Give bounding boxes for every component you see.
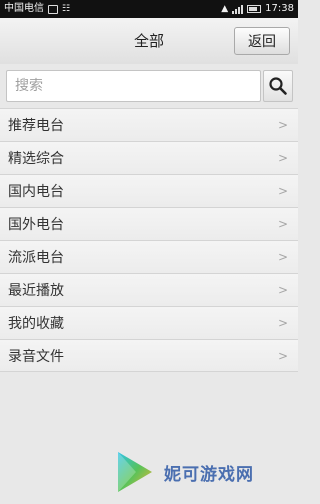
list-item-label: 录音文件 bbox=[8, 348, 64, 365]
list-item-my-favorites[interactable]: 我的收藏 > bbox=[0, 306, 298, 339]
play-triangle-logo-icon bbox=[118, 452, 152, 492]
battery-icon bbox=[247, 5, 262, 13]
image-notification-icon bbox=[48, 4, 58, 14]
clock: 17:38 bbox=[265, 3, 294, 14]
chevron-right-icon: > bbox=[277, 316, 288, 330]
search-field-container bbox=[6, 70, 263, 102]
signal-icon bbox=[232, 4, 244, 14]
chevron-right-icon: > bbox=[277, 217, 288, 231]
status-bar-right: ▲ 17:38 bbox=[221, 0, 294, 18]
back-button[interactable]: 返回 bbox=[234, 27, 290, 55]
search-input[interactable] bbox=[7, 71, 263, 101]
chevron-right-icon: > bbox=[277, 250, 288, 264]
list-item-label: 我的收藏 bbox=[8, 316, 64, 332]
list-item-featured-general[interactable]: 精选综合 > bbox=[0, 141, 298, 174]
search-button[interactable] bbox=[263, 70, 293, 102]
watermark-text: 妮可游戏网 bbox=[164, 464, 254, 485]
list-item-recordings[interactable]: 录音文件 > bbox=[0, 339, 298, 372]
list-item-genre-stations[interactable]: 流派电台 > bbox=[0, 240, 298, 273]
list-item-recently-played[interactable]: 最近播放 > bbox=[0, 273, 298, 306]
list-item-domestic-stations[interactable]: 国内电台 > bbox=[0, 174, 298, 207]
status-bar: 中国电信 ☷ ▲ 17:38 bbox=[0, 0, 298, 18]
list-item-label: 国内电台 bbox=[8, 184, 64, 200]
alarm-icon: ▲ bbox=[221, 4, 229, 14]
list-item-recommended-stations[interactable]: 推荐电台 > bbox=[0, 108, 298, 141]
list-item-label: 最近播放 bbox=[8, 283, 64, 299]
site-watermark: 妮可游戏网 bbox=[112, 448, 254, 496]
search-icon bbox=[269, 77, 287, 95]
chevron-right-icon: > bbox=[277, 184, 288, 198]
status-bar-left: 中国电信 ☷ bbox=[4, 0, 70, 18]
app-notification-icon: ☷ bbox=[62, 4, 71, 14]
carrier-name: 中国电信 bbox=[4, 3, 44, 14]
search-bar bbox=[0, 64, 298, 108]
chevron-right-icon: > bbox=[277, 283, 288, 297]
category-list: 推荐电台 > 精选综合 > 国内电台 > 国外电台 > 流派电台 > 最近播放 … bbox=[0, 108, 298, 372]
chevron-right-icon: > bbox=[277, 349, 288, 363]
chevron-right-icon: > bbox=[277, 118, 288, 132]
title-bar: 全部 返回 bbox=[0, 18, 298, 65]
list-item-label: 精选综合 bbox=[8, 151, 64, 167]
list-item-foreign-stations[interactable]: 国外电台 > bbox=[0, 207, 298, 240]
list-item-label: 国外电台 bbox=[8, 217, 64, 233]
list-item-label: 推荐电台 bbox=[8, 118, 64, 134]
chevron-right-icon: > bbox=[277, 151, 288, 165]
list-item-label: 流派电台 bbox=[8, 250, 64, 266]
